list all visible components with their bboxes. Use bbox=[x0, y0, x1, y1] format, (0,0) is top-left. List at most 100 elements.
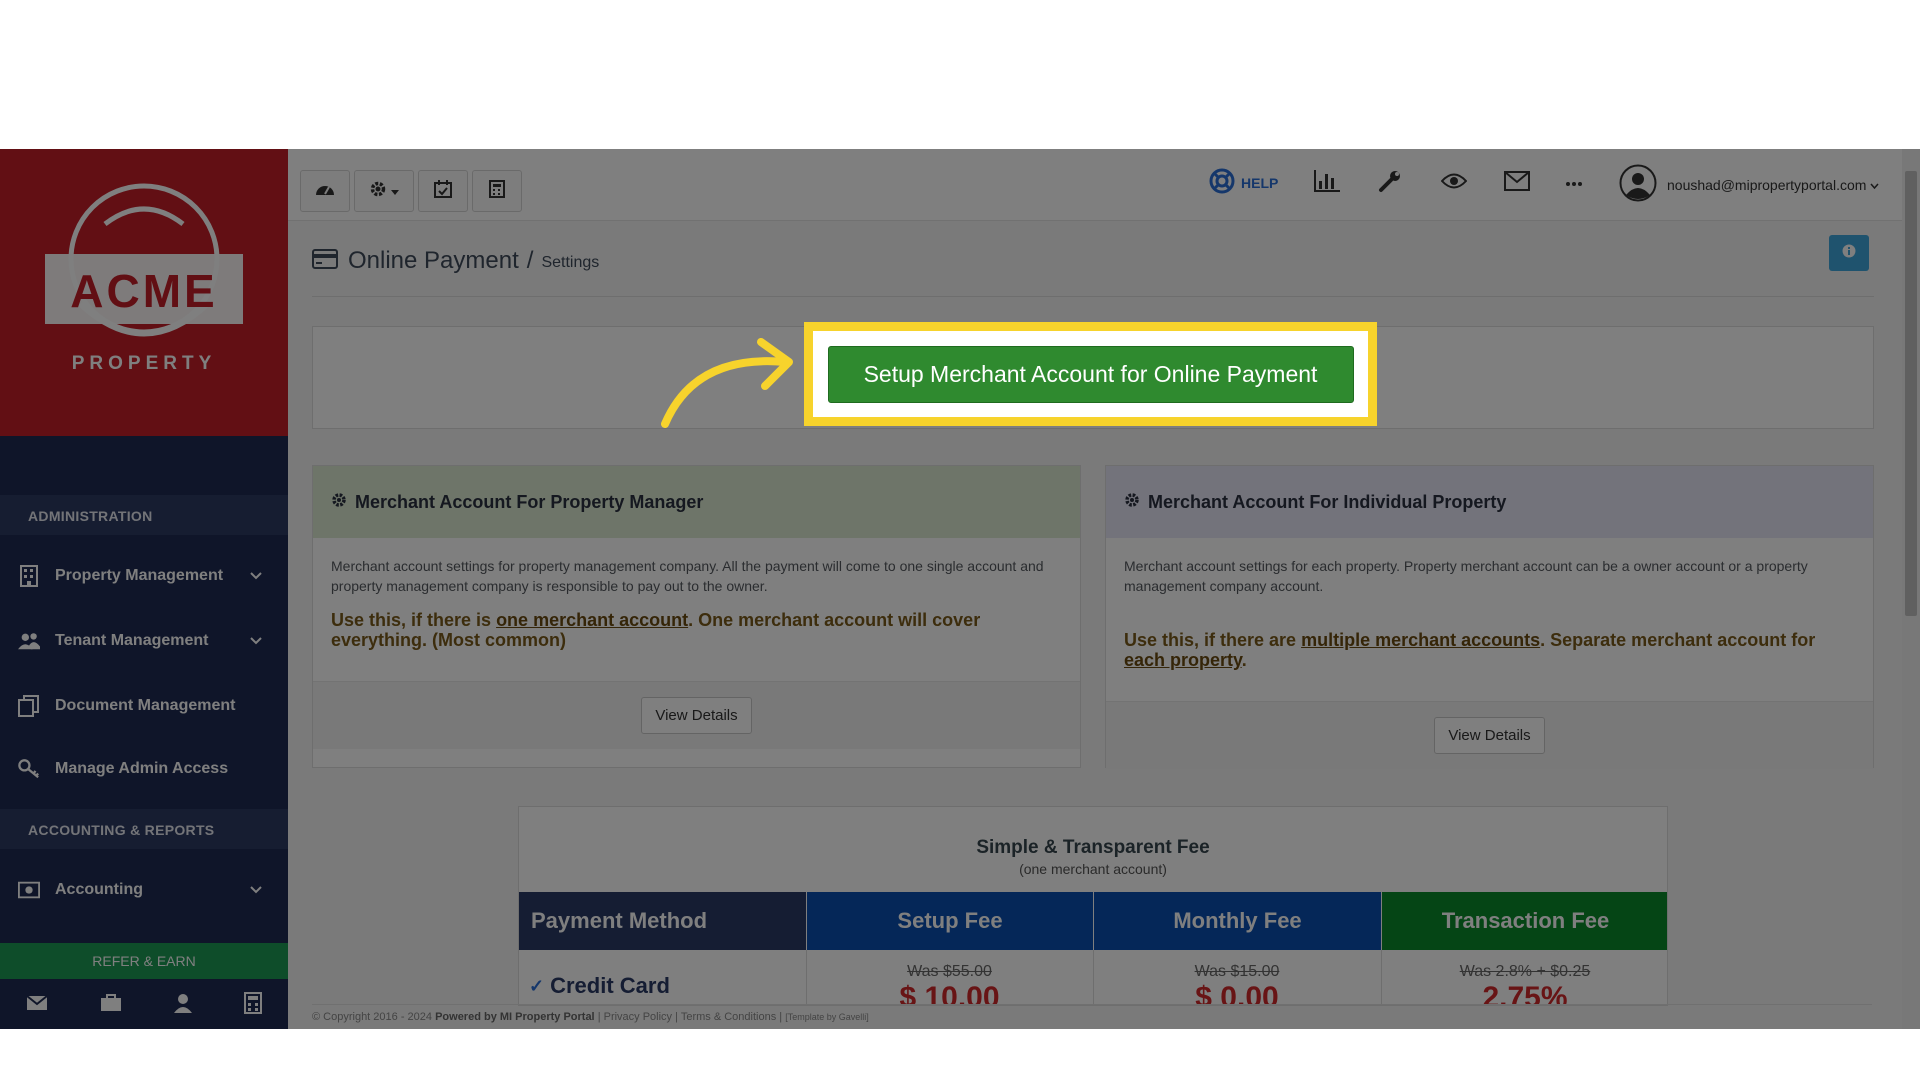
sidebar-item-tenant-management[interactable]: Tenant Management bbox=[0, 613, 288, 669]
avatar bbox=[1619, 164, 1657, 207]
card-title: Merchant Account For Individual Property bbox=[1148, 491, 1507, 512]
fee-title: Simple & Transparent Fee bbox=[976, 837, 1210, 858]
breadcrumb-current: Settings bbox=[541, 254, 600, 271]
card-body: Merchant account settings for each prope… bbox=[1106, 538, 1873, 701]
dashboard-button[interactable] bbox=[300, 170, 350, 212]
credit-card-icon bbox=[312, 248, 338, 274]
card-property-manager: Merchant Account For Property Manager Me… bbox=[312, 465, 1081, 768]
usage-prefix: Use this, if there is bbox=[331, 610, 497, 630]
monthly-fee-now: $ 0.00 bbox=[1195, 981, 1279, 1006]
sidebar-item-property-management[interactable]: Property Management bbox=[0, 548, 288, 604]
reports-button[interactable] bbox=[1314, 169, 1340, 197]
info-icon bbox=[1842, 244, 1856, 263]
preview-button[interactable] bbox=[1440, 169, 1468, 197]
view-details-button[interactable]: View Details bbox=[1434, 717, 1545, 754]
fee-row-credit-card: ✓ Credit Card bbox=[519, 973, 806, 999]
sidebar-item-label: Manage Admin Access bbox=[55, 760, 229, 777]
user-email: noushad@mipropertyportal.com bbox=[1667, 177, 1867, 193]
help-label: HELP bbox=[1241, 175, 1279, 191]
usage-prefix: Use this, if there are bbox=[1124, 630, 1302, 650]
footer-copyright: © Copyright 2016 - 2024 bbox=[312, 1011, 433, 1023]
mail-icon[interactable] bbox=[26, 994, 48, 1016]
wrench-icon bbox=[1378, 169, 1402, 198]
section-header-administration: ADMINISTRATION bbox=[0, 495, 288, 535]
fee-subtitle: (one merchant account) bbox=[1019, 861, 1167, 877]
sidebar-item-manage-admin-access[interactable]: Manage Admin Access bbox=[0, 741, 288, 797]
check-icon: ✓ bbox=[529, 975, 545, 996]
calendar-button[interactable] bbox=[418, 170, 468, 212]
help-button[interactable]: HELP bbox=[1209, 168, 1279, 199]
calculator-button[interactable] bbox=[472, 170, 522, 212]
logo-sub-text: PROPERTY bbox=[71, 353, 217, 374]
header-divider bbox=[312, 296, 1874, 297]
fee-header-setup: Setup Fee bbox=[806, 892, 1093, 950]
sidebar-item-label: Accounting bbox=[55, 881, 143, 898]
page-header: Online Payment / Settings bbox=[312, 241, 599, 281]
top-toolbar: HELP noushad@mipropertyportal.com bbox=[288, 149, 1920, 221]
multiple-merchant-accounts-link[interactable]: multiple merchant accounts bbox=[1301, 630, 1540, 650]
tools-button[interactable] bbox=[1378, 169, 1402, 197]
sidebar-item-accounting[interactable]: Accounting bbox=[0, 862, 288, 918]
bar-chart-icon bbox=[1314, 169, 1340, 197]
fee-header-payment-method: Payment Method bbox=[519, 892, 806, 950]
caret-down-icon bbox=[391, 182, 399, 200]
setup-fee-was: Was $55.00 bbox=[907, 963, 992, 980]
usage-middle: . Separate merchant account for bbox=[1540, 630, 1816, 650]
breadcrumb-separator: / bbox=[526, 247, 534, 274]
pointer-arrow-icon bbox=[661, 338, 793, 428]
users-icon bbox=[18, 630, 40, 652]
lifebuoy-icon bbox=[1209, 168, 1235, 199]
card-footer: View Details bbox=[1106, 701, 1873, 769]
brand-logo[interactable]: ACME PROPERTY bbox=[0, 149, 288, 436]
logo-main-text: ACME bbox=[70, 265, 218, 317]
card-footer: View Details bbox=[313, 681, 1080, 749]
card-title: Merchant Account For Property Manager bbox=[355, 491, 704, 512]
app-window: ACME PROPERTY ADMINISTRATION Property Ma… bbox=[0, 149, 1920, 1029]
more-button[interactable] bbox=[1565, 169, 1583, 197]
chevron-down-icon bbox=[250, 632, 262, 650]
page-title: Online Payment bbox=[348, 247, 519, 274]
page-footer: © Copyright 2016 - 2024 Powered by MI Pr… bbox=[312, 1004, 1872, 1028]
footer-template: [Template by Gavelli] bbox=[785, 1012, 869, 1022]
setup-merchant-account-button[interactable]: Setup Merchant Account for Online Paymen… bbox=[827, 345, 1354, 403]
scrollbar[interactable] bbox=[1902, 149, 1920, 1029]
sidebar-item-label: Tenant Management bbox=[55, 632, 209, 649]
calendar-check-icon bbox=[434, 179, 452, 203]
card-usage-note: Use this, if there are multiple merchant… bbox=[1124, 630, 1855, 670]
eye-icon bbox=[1440, 172, 1468, 195]
settings-dropdown-button[interactable] bbox=[354, 170, 414, 212]
one-merchant-account-link[interactable]: one merchant account bbox=[496, 610, 688, 630]
building-icon bbox=[18, 565, 40, 587]
info-button[interactable] bbox=[1829, 235, 1869, 271]
card-individual-property: Merchant Account For Individual Property… bbox=[1105, 465, 1874, 769]
briefcase-icon[interactable] bbox=[100, 993, 122, 1017]
card-header: Merchant Account For Individual Property bbox=[1106, 466, 1873, 538]
footer-links[interactable]: | Privacy Policy | Terms & Conditions | bbox=[598, 1011, 782, 1023]
chevron-down-icon bbox=[250, 881, 262, 899]
calculator-icon[interactable] bbox=[244, 991, 262, 1019]
money-icon bbox=[18, 879, 40, 901]
key-icon bbox=[18, 758, 40, 780]
card-description: Merchant account settings for property m… bbox=[331, 558, 1044, 594]
sidebar: ACME PROPERTY ADMINISTRATION Property Ma… bbox=[0, 149, 288, 1029]
footer-powered-link[interactable]: Powered by MI Property Portal bbox=[435, 1011, 595, 1023]
fee-table: Simple & Transparent Fee (one merchant a… bbox=[518, 806, 1668, 1006]
card-body: Merchant account settings for property m… bbox=[313, 538, 1080, 681]
each-property-link[interactable]: each property bbox=[1124, 650, 1242, 670]
card-description: Merchant account settings for each prope… bbox=[1124, 558, 1808, 594]
refer-earn-button[interactable]: REFER & EARN bbox=[0, 943, 288, 979]
messages-button[interactable] bbox=[1504, 169, 1530, 197]
user-icon[interactable] bbox=[174, 993, 192, 1018]
fee-header-monthly: Monthly Fee bbox=[1093, 892, 1381, 950]
scrollbar-thumb[interactable] bbox=[1905, 171, 1917, 616]
sidebar-item-document-management[interactable]: Document Management bbox=[0, 678, 288, 734]
transaction-fee-was: Was 2.8% + $0.25 bbox=[1459, 963, 1591, 980]
setup-fee-now: $ 10.00 bbox=[899, 981, 1000, 1006]
usage-suffix: . bbox=[1241, 650, 1247, 670]
view-details-button[interactable]: View Details bbox=[641, 697, 752, 734]
highlight-frame: Setup Merchant Account for Online Paymen… bbox=[804, 322, 1377, 426]
user-menu[interactable]: noushad@mipropertyportal.com bbox=[1619, 164, 1879, 207]
sidebar-item-label: Property Management bbox=[55, 567, 224, 584]
documents-icon bbox=[18, 695, 40, 717]
gear-icon bbox=[1124, 492, 1140, 513]
